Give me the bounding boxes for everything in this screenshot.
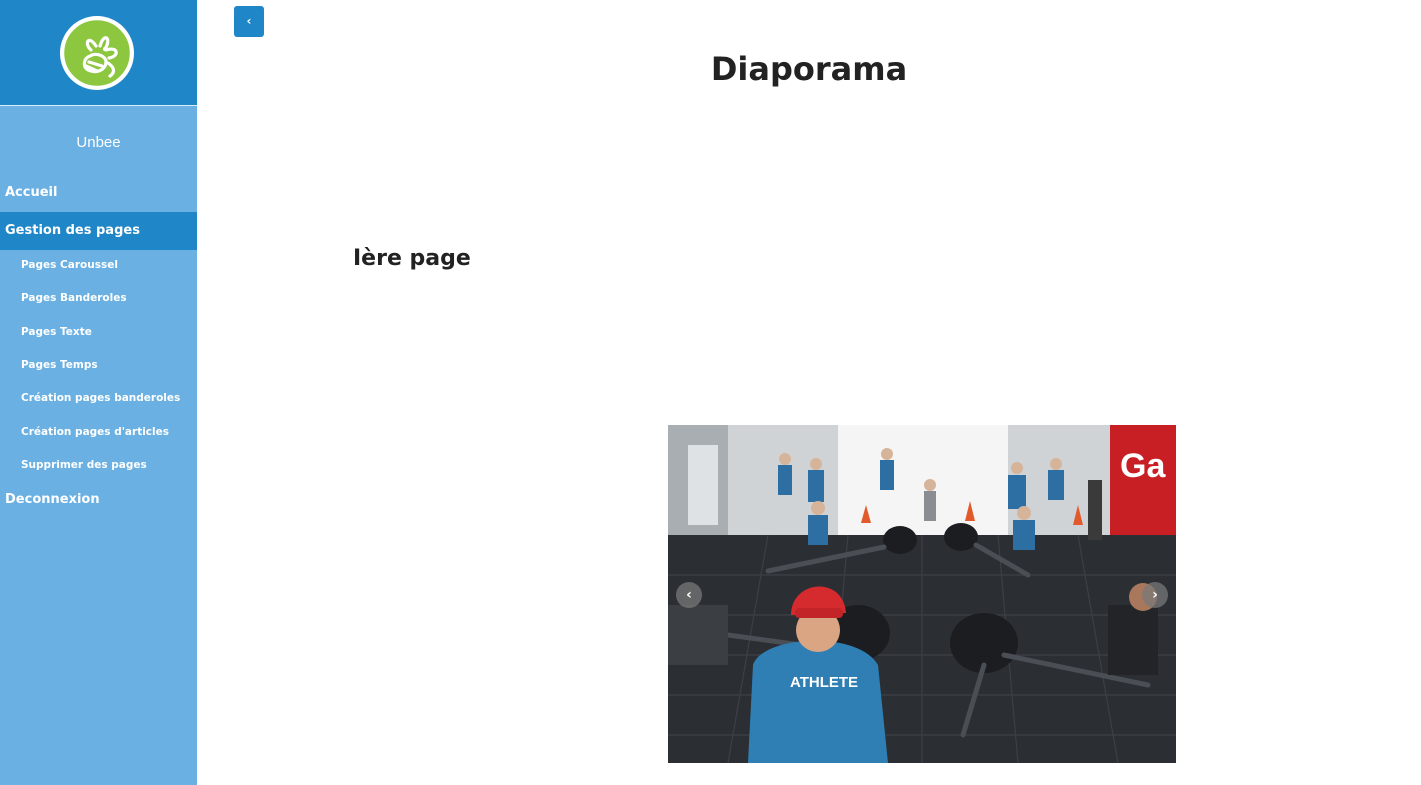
- image-carousel[interactable]: Ga ATHLETE ‹ ›: [668, 425, 1176, 763]
- sidebar-subitem-pages-caroussel[interactable]: Pages Caroussel: [0, 255, 197, 275]
- sidebar: Unbee Accueil Gestion des pages Pages Ca…: [0, 0, 197, 785]
- carousel-slide-image: Ga ATHLETE: [668, 425, 1176, 763]
- page-title: Diaporama: [710, 50, 908, 88]
- carousel-prev-button[interactable]: ‹: [676, 582, 702, 608]
- sidebar-item-gestion-des-pages[interactable]: Gestion des pages: [0, 212, 197, 250]
- brand-name: Unbee: [76, 134, 121, 151]
- carousel-next-button[interactable]: ›: [1142, 582, 1168, 608]
- shirt-text: ATHLETE: [790, 674, 858, 691]
- logo-band: [0, 0, 197, 106]
- sidebar-subitem-pages-banderoles[interactable]: Pages Banderoles: [0, 288, 197, 308]
- sidebar-item-accueil[interactable]: Accueil: [0, 174, 197, 212]
- banner-text: Ga: [1120, 447, 1166, 485]
- sidebar-subitem-creation-pages-banderoles[interactable]: Création pages banderoles: [0, 388, 197, 408]
- section-title: Ière page: [353, 246, 471, 271]
- sidebar-subitem-pages-texte[interactable]: Pages Texte: [0, 322, 197, 342]
- sidebar-item-deconnexion[interactable]: Deconnexion: [0, 481, 197, 519]
- sidebar-toggle-button[interactable]: ‹: [234, 6, 264, 37]
- bee-logo-icon[interactable]: [60, 16, 134, 90]
- sidebar-subitem-supprimer-des-pages[interactable]: Supprimer des pages: [0, 455, 197, 475]
- sidebar-subitem-pages-temps[interactable]: Pages Temps: [0, 355, 197, 375]
- sidebar-subitem-creation-pages-articles[interactable]: Création pages d'articles: [0, 422, 197, 442]
